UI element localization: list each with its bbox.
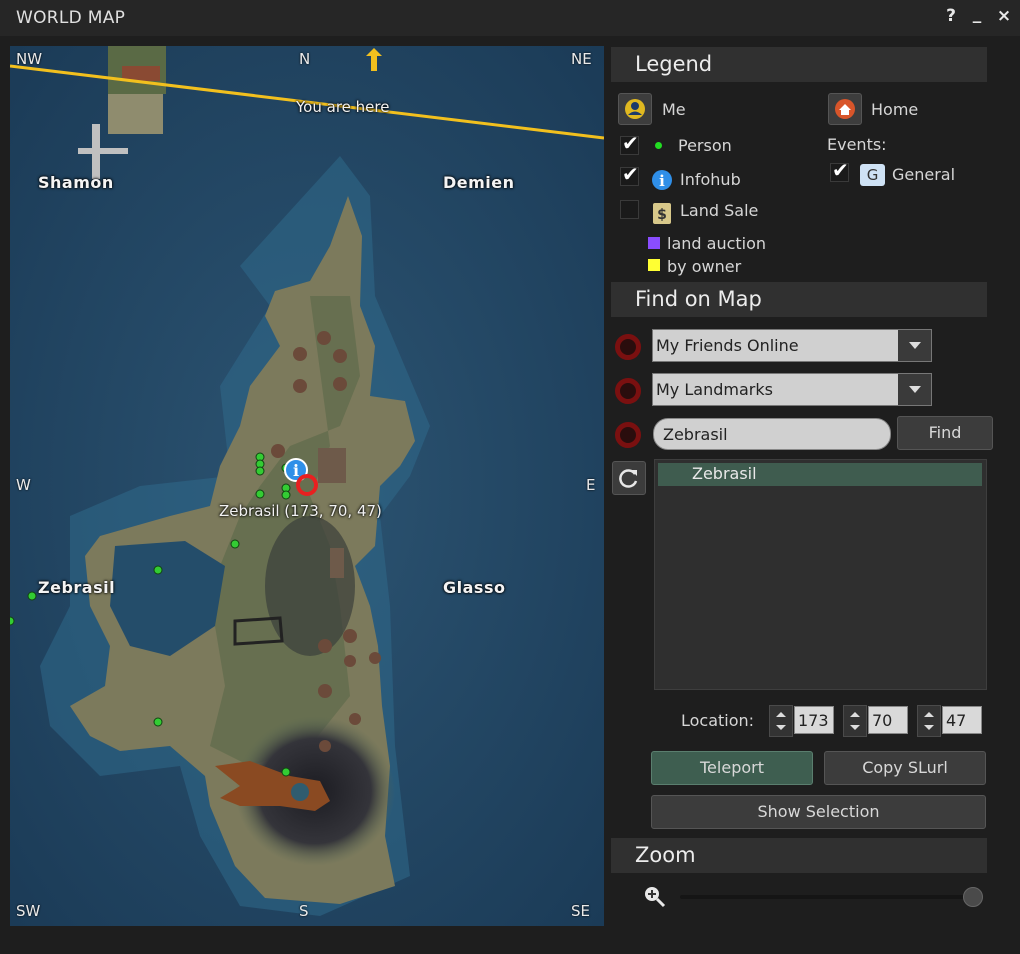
person-marker xyxy=(255,489,265,499)
home-icon xyxy=(835,99,855,119)
search-tracker-icon xyxy=(615,422,641,448)
region-label-shamon: Shamon xyxy=(38,173,114,192)
location-y-stepper[interactable] xyxy=(843,705,867,737)
location-x-stepper[interactable] xyxy=(769,705,793,737)
copy-slurl-button[interactable]: Copy SLurl xyxy=(824,751,986,785)
person-dot-icon xyxy=(655,142,662,149)
general-label: General xyxy=(892,165,956,184)
location-label: Location: xyxy=(681,711,755,730)
events-label: Events: xyxy=(827,135,887,154)
land-auction-swatch xyxy=(648,237,660,249)
zoom-title: Zoom xyxy=(635,843,696,867)
general-events-checkbox[interactable]: ✔ xyxy=(830,158,849,182)
person-marker xyxy=(230,539,240,549)
region-search-input[interactable]: Zebrasil xyxy=(653,418,891,450)
search-results-list[interactable]: Zebrasil xyxy=(654,459,987,690)
compass-ne: NE xyxy=(571,50,592,68)
checkmark-icon: ✔ xyxy=(622,131,639,155)
person-marker xyxy=(281,490,291,500)
legend-title: Legend xyxy=(635,52,713,76)
list-item[interactable]: Zebrasil xyxy=(658,463,982,486)
zoom-slider-handle[interactable] xyxy=(963,887,983,907)
me-icon xyxy=(625,99,645,119)
svg-text:$: $ xyxy=(657,207,667,223)
compass-sw: SW xyxy=(16,902,41,920)
infohub-legend-icon: i xyxy=(652,170,672,190)
compass-s: S xyxy=(299,902,309,920)
infohub-checkbox[interactable]: ✔ xyxy=(620,162,639,186)
checkmark-icon: ✔ xyxy=(622,162,639,186)
person-marker xyxy=(27,591,37,601)
home-label: Home xyxy=(871,100,919,119)
infohub-label: Infohub xyxy=(680,170,741,189)
refresh-button[interactable] xyxy=(612,461,646,495)
land-auction-label: land auction xyxy=(667,234,767,253)
zoom-slider-track[interactable] xyxy=(680,895,972,899)
location-y-field[interactable]: 70 xyxy=(868,706,908,734)
chevron-down-icon[interactable] xyxy=(898,330,931,361)
chevron-down-icon[interactable] xyxy=(898,374,931,405)
compass-nw: NW xyxy=(16,50,43,68)
person-marker xyxy=(153,565,163,575)
person-marker xyxy=(255,466,265,476)
close-button[interactable]: × xyxy=(994,6,1014,26)
person-checkbox[interactable]: ✔ xyxy=(620,131,639,155)
land-sale-checkbox[interactable] xyxy=(620,200,639,219)
compass-n: N xyxy=(299,50,311,68)
by-owner-label: by owner xyxy=(667,257,742,276)
person-marker xyxy=(153,717,163,727)
window-title: WORLD MAP xyxy=(16,8,126,28)
friends-online-dropdown[interactable]: My Friends Online xyxy=(652,329,932,362)
compass-e: E xyxy=(586,476,596,494)
target-marker-icon xyxy=(296,474,318,496)
find-button[interactable]: Find xyxy=(897,416,993,450)
title-bar: WORLD MAP ? _ × xyxy=(0,0,1020,36)
person-marker xyxy=(10,616,15,626)
friends-tracker-icon xyxy=(615,334,641,360)
home-button[interactable] xyxy=(828,93,862,125)
land-sale-label: Land Sale xyxy=(680,201,759,220)
find-on-map-header: Find on Map xyxy=(611,282,987,317)
compass-w: W xyxy=(16,476,31,494)
region-search-value: Zebrasil xyxy=(663,425,728,444)
person-label: Person xyxy=(678,136,732,155)
land-sale-icon: $ xyxy=(653,203,671,224)
zoom-in-icon xyxy=(645,887,666,908)
landmarks-tracker-icon xyxy=(615,378,641,404)
svg-text:i: i xyxy=(659,172,665,190)
region-label-zebrasil: Zebrasil xyxy=(38,578,116,597)
checkmark-icon: ✔ xyxy=(832,158,849,182)
compass-se: SE xyxy=(571,902,590,920)
refresh-icon xyxy=(619,469,638,488)
general-event-icon: G xyxy=(860,164,885,186)
me-label: Me xyxy=(662,100,686,119)
minimize-button[interactable]: _ xyxy=(967,4,987,24)
location-z-stepper[interactable] xyxy=(917,705,941,737)
landmarks-dropdown[interactable]: My Landmarks xyxy=(652,373,932,406)
friends-online-value: My Friends Online xyxy=(656,336,799,355)
zoom-header: Zoom xyxy=(611,838,987,873)
show-selection-button[interactable]: Show Selection xyxy=(651,795,986,829)
legend-header: Legend xyxy=(611,47,987,82)
me-button[interactable] xyxy=(618,93,652,125)
teleport-button[interactable]: Teleport xyxy=(651,751,813,785)
you-are-here-label: You are here xyxy=(296,98,390,116)
help-button[interactable]: ? xyxy=(941,6,961,26)
person-marker xyxy=(281,767,291,777)
by-owner-swatch xyxy=(648,259,660,271)
world-map-view[interactable]: i NW N NE W E SW S SE You are here Shamo… xyxy=(10,46,604,926)
region-label-glasso: Glasso xyxy=(443,578,506,597)
find-on-map-title: Find on Map xyxy=(635,287,762,311)
region-label-demien: Demien xyxy=(443,173,515,192)
location-x-field[interactable]: 173 xyxy=(794,706,834,734)
target-location-label: Zebrasil (173, 70, 47) xyxy=(219,502,382,520)
landmarks-value: My Landmarks xyxy=(656,380,773,399)
svg-text:i: i xyxy=(293,461,299,480)
result-item-label: Zebrasil xyxy=(692,464,757,483)
location-z-field[interactable]: 47 xyxy=(942,706,982,734)
